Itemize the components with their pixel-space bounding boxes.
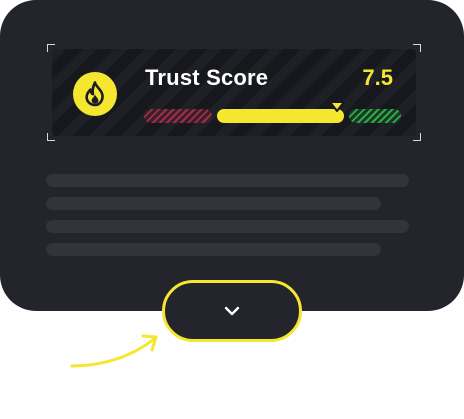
- meter-segment-low: [144, 109, 212, 123]
- trust-score-badge: [73, 72, 117, 116]
- selection-frame: Trust Score 7.5: [47, 44, 421, 141]
- trust-score-meter: [144, 101, 401, 125]
- expand-button[interactable]: [162, 280, 302, 342]
- review-card: Trust Score 7.5: [0, 0, 464, 311]
- meter-segment-high: [349, 109, 401, 123]
- placeholder-line: [46, 174, 409, 187]
- meter-marker-icon: [328, 101, 345, 112]
- chevron-down-icon: [224, 306, 240, 316]
- flame-icon: [85, 81, 104, 107]
- placeholder-line: [46, 220, 409, 233]
- trust-score-panel: Trust Score 7.5: [52, 49, 416, 136]
- trust-score-value: 7.5: [362, 65, 393, 90]
- curved-arrow-icon: [70, 334, 158, 368]
- trust-score-title: Trust Score: [145, 65, 269, 90]
- placeholder-line: [46, 243, 381, 256]
- placeholder-line: [46, 197, 381, 210]
- meter-segment-mid: [217, 109, 344, 123]
